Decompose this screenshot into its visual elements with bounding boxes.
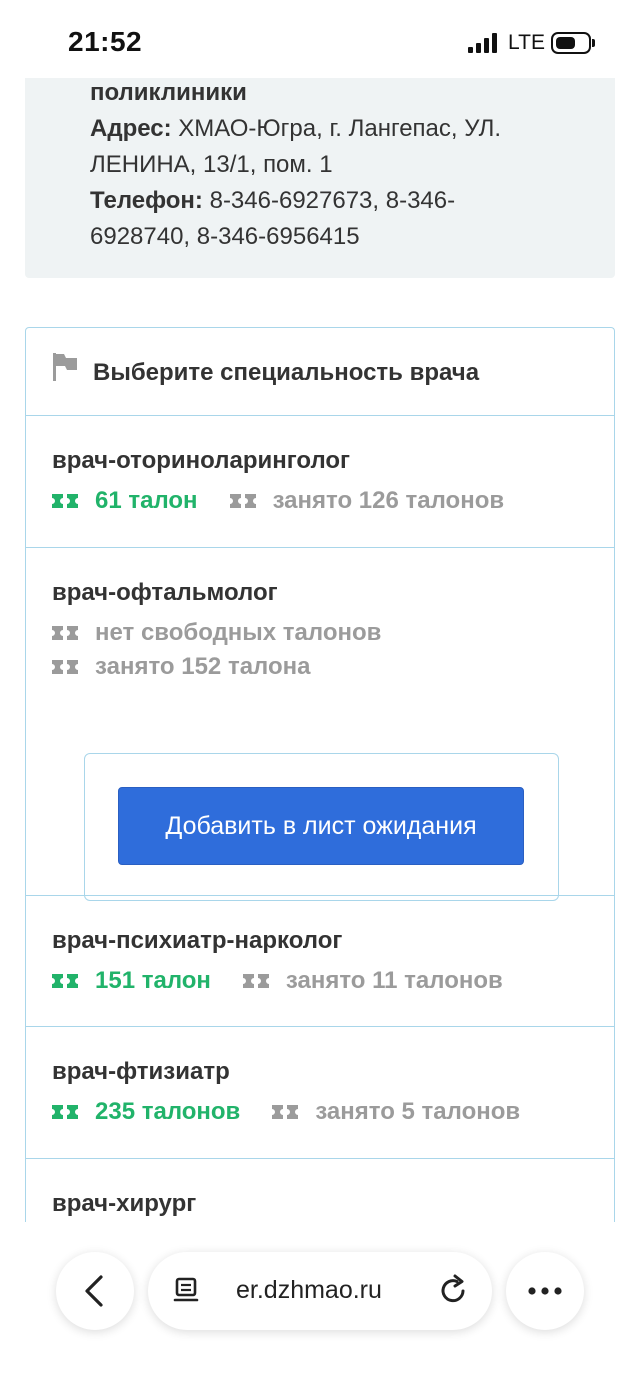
busy-tickets: занято 5 талонов [272,1098,520,1126]
reader-mode-icon[interactable] [172,1276,202,1306]
battery-tip [592,39,595,47]
ticket-icon [52,1105,78,1119]
specialty-name[interactable]: врач-фтизиатр [52,1057,614,1087]
specialty-card: Выберите специальность врача врач-оторин… [25,327,615,1227]
free-tickets: 61 талон [52,487,198,515]
specialty-item[interactable]: врач-хирург [26,1159,614,1227]
phone-value: 8-346-6927673, 8-346- [209,187,456,214]
status-bar: 21:52 LTE [0,0,640,78]
free-tickets: нет свободных талонов [52,619,381,647]
ticket-icon [229,494,256,508]
clinic-name-tail: поликлиники [90,79,247,106]
clinic-info-panel: поликлиники Адрес: ХМАО-Югра, г. Лангепа… [25,78,615,278]
ticket-icon [272,1105,299,1119]
specialty-item[interactable]: врач-психиатр-нарколог 151 талон занято … [26,896,614,1027]
back-button[interactable] [56,1252,134,1330]
busy-tickets: занято 11 талонов [242,967,503,995]
url-text[interactable]: er.dzhmao.ru [236,1276,382,1305]
battery-icon [551,32,591,54]
flag-icon [53,353,77,381]
free-tickets: 235 талонов [52,1098,240,1126]
card-title: Выберите специальность врача [93,359,480,386]
specialty-name[interactable]: врач-офтальмолог [52,578,614,608]
specialty-name[interactable]: врач-хирург [52,1189,614,1219]
address-value: ХМАО-Югра, г. Лангепас, УЛ. [178,115,502,142]
specialty-name[interactable]: врач-оториноларинголог [52,446,614,476]
phone-line-2: 6928740, 8-346-6956415 [90,223,360,250]
busy-tickets: занято 152 талона [52,653,310,681]
phone-label: Телефон: [90,187,203,214]
address-line: Адрес: ХМАО-Югра, г. Лангепас, УЛ. [90,111,595,147]
browser-toolbar: er.dzhmao.ru [0,1222,640,1384]
ticket-icon [242,974,269,988]
phone-line: Телефон: 8-346-6927673, 8-346- [90,183,595,219]
specialty-item[interactable]: врач-оториноларинголог 61 талон занято 1… [26,416,614,548]
free-tickets: 151 талон [52,967,211,995]
card-header: Выберите специальность врача [26,328,614,416]
specialty-item[interactable]: врач-офтальмолог нет свободных талонов з… [26,548,614,901]
reload-icon[interactable] [438,1274,470,1306]
more-button[interactable] [506,1252,584,1330]
more-icon [528,1287,562,1295]
ticket-icon [52,494,78,508]
specialty-item[interactable]: врач-фтизиатр 235 талонов занято 5 талон… [26,1027,614,1159]
network-type: LTE [508,31,545,54]
address-line-2: ЛЕНИНА, 13/1, пом. 1 [90,151,333,178]
busy-tickets: занято 126 талонов [229,487,504,515]
waitlist-box: Добавить в лист ожидания [84,753,559,901]
ticket-icon [52,626,78,640]
status-time: 21:52 [68,26,143,57]
back-arrow-icon [85,1275,103,1307]
address-bar[interactable]: er.dzhmao.ru [148,1252,492,1330]
signal-icon [468,33,502,53]
add-to-waitlist-button[interactable]: Добавить в лист ожидания [118,787,524,865]
address-label: Адрес: [90,115,172,142]
ticket-icon [52,660,78,674]
specialty-name[interactable]: врач-психиатр-нарколог [52,926,614,956]
ticket-icon [52,974,78,988]
